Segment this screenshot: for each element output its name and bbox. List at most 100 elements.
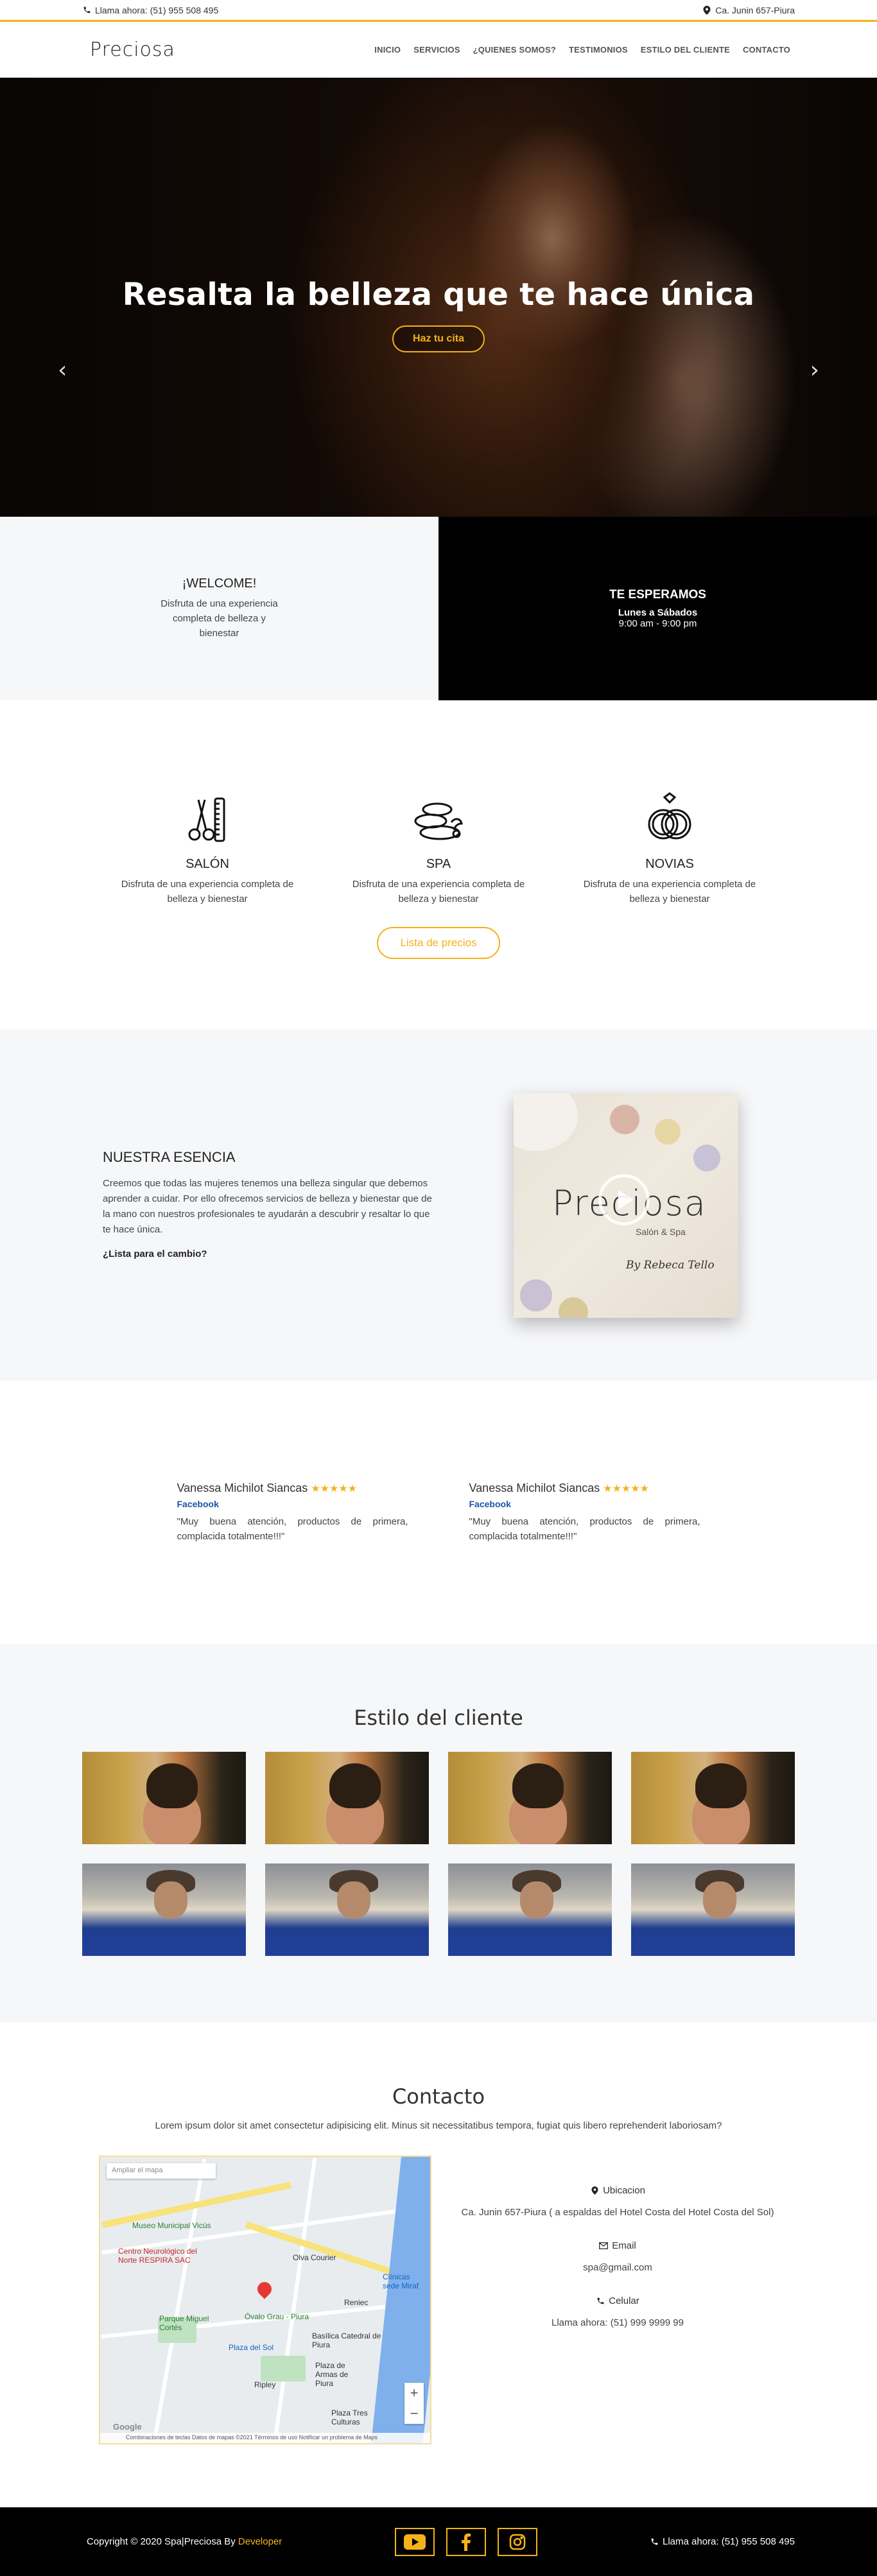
testimonial-card: Vanessa Michilot Siancas ★★★★★ Facebook … <box>469 1482 700 1544</box>
service-spa: SPA Disfruta de una experiencia completa… <box>339 790 538 906</box>
about-text-block: NUESTRA ESENCIA Creemos que todas las mu… <box>103 1149 437 1262</box>
decor-candle <box>559 1297 588 1318</box>
gallery-photo[interactable] <box>448 1863 612 1956</box>
map-label: Plaza Tres Culturas <box>331 2408 368 2426</box>
video-signature: By Rebeca Tello <box>626 1258 715 1272</box>
play-icon[interactable] <box>598 1173 650 1225</box>
location-pin-icon <box>590 2186 599 2195</box>
gallery-photo[interactable] <box>82 1752 246 1844</box>
nav-item-quienes-somos[interactable]: ¿QUIENES SOMOS? <box>473 45 556 55</box>
gallery-photo[interactable] <box>448 1752 612 1844</box>
schedule-hours: 9:00 am - 9:00 pm <box>618 618 697 629</box>
map-zoom-controls: + − <box>404 2383 424 2424</box>
zoom-in-button[interactable]: + <box>404 2383 424 2403</box>
schedule-panel: TE ESPERAMOS Lunes a Sábados 9:00 am - 9… <box>438 517 877 700</box>
phone-icon <box>596 2297 605 2306</box>
map-street <box>272 2157 317 2443</box>
book-appointment-button[interactable]: Haz tu cita <box>392 325 485 352</box>
client-gallery-section: Estilo del cliente <box>0 1644 877 2023</box>
decor-candle <box>693 1144 720 1171</box>
location-pin-icon <box>702 5 711 15</box>
service-salon-title: SALÓN <box>186 857 229 871</box>
contact-title: Contacto <box>392 2084 485 2109</box>
google-map[interactable]: Ampliar el mapa Museo Municipal Vicús Ce… <box>99 2156 431 2444</box>
topbar-phone[interactable]: Llama ahora: (51) 955 508 495 <box>82 5 218 15</box>
star-rating-icon: ★★★★★ <box>603 1483 649 1494</box>
map-label: Ripley <box>254 2380 276 2389</box>
map-label: Museo Municipal Vicús <box>132 2221 211 2230</box>
footer-copyright: Copyright © 2020 Spa|Preciosa By Develop… <box>87 2536 282 2547</box>
location-label: Ubicacion <box>603 2185 645 2196</box>
hero-title: Resalta la belleza que te hace única <box>122 277 755 313</box>
developer-link[interactable]: Developer <box>238 2536 282 2547</box>
nav-item-estilo-cliente[interactable]: ESTILO DEL CLIENTE <box>641 45 730 55</box>
nav-item-contacto[interactable]: CONTACTO <box>743 45 790 55</box>
gallery-photo[interactable] <box>265 1752 429 1844</box>
welcome-text: Disfruta de una experiencia completa de … <box>161 598 278 639</box>
hero-carousel: ‹ › Resalta la belleza que te hace única… <box>0 78 877 517</box>
nav-item-servicios[interactable]: SERVICIOS <box>413 45 460 55</box>
testimonial-author: Vanessa Michilot Siancas ★★★★★ <box>469 1482 700 1495</box>
carousel-prev-button[interactable]: ‹ <box>58 357 67 383</box>
facebook-icon <box>461 2533 471 2551</box>
zoom-out-button[interactable]: − <box>404 2403 424 2424</box>
welcome-title: ¡WELCOME! <box>182 576 257 591</box>
about-title: NUESTRA ESENCIA <box>103 1148 236 1165</box>
service-novias-text: Disfruta de una experiencia completa de … <box>583 879 756 904</box>
gallery-photo[interactable] <box>82 1863 246 1956</box>
envelope-icon <box>599 2242 609 2251</box>
gallery-grid <box>0 1752 877 1956</box>
map-label: Parque Miguel Cortés <box>159 2314 209 2332</box>
scissors-comb-icon <box>108 790 307 848</box>
footer-phone-text: Llama ahora: (51) 955 508 495 <box>663 2536 795 2547</box>
facebook-button[interactable] <box>446 2527 486 2556</box>
top-bar: Llama ahora: (51) 955 508 495 Ca. Junin … <box>0 0 877 22</box>
about-description: Creemos que todas las mujeres tenemos un… <box>103 1177 432 1235</box>
map-marker-icon[interactable] <box>254 2279 275 2299</box>
testimonial-text: "Muy buena atención, productos de primer… <box>469 1516 700 1542</box>
youtube-icon <box>403 2534 426 2550</box>
map-label: Olva Courier <box>293 2253 336 2262</box>
location-heading: Ubicacion <box>457 2185 778 2196</box>
gallery-photo[interactable] <box>631 1752 795 1844</box>
price-list-button[interactable]: Lista de precios <box>377 927 500 959</box>
testimonial-source-link[interactable]: Facebook <box>177 1499 408 1509</box>
youtube-button[interactable] <box>394 2527 435 2556</box>
email-value[interactable]: spa@gmail.com <box>457 2260 778 2275</box>
gallery-photo[interactable] <box>265 1863 429 1956</box>
nav-menu: INICIO SERVICIOS ¿QUIENES SOMOS? TESTIMO… <box>374 45 790 55</box>
contact-intro: Lorem ipsum dolor sit amet consectetur a… <box>155 2120 722 2131</box>
map-enlarge-link[interactable]: Ampliar el mapa <box>107 2163 216 2179</box>
welcome-panel: ¡WELCOME! Disfruta de una experiencia co… <box>0 517 438 700</box>
about-video-thumbnail[interactable]: Preciosa Salón & Spa By Rebeca Tello <box>514 1093 738 1318</box>
instagram-button[interactable] <box>497 2527 537 2556</box>
about-question: ¿Lista para el cambio? <box>103 1248 207 1259</box>
cell-value[interactable]: Llama ahora: (51) 999 9999 99 <box>457 2315 778 2330</box>
service-novias-title: NOVIAS <box>645 857 694 871</box>
gallery-photo[interactable] <box>631 1863 795 1956</box>
spa-stones-icon <box>339 790 538 848</box>
carousel-next-button[interactable]: › <box>810 357 819 383</box>
star-rating-icon: ★★★★★ <box>311 1483 357 1494</box>
testimonial-author-name: Vanessa Michilot Siancas <box>177 1481 308 1494</box>
nav-item-testimonios[interactable]: TESTIMONIOS <box>569 45 628 55</box>
nav-item-inicio[interactable]: INICIO <box>374 45 401 55</box>
testimonial-source-link[interactable]: Facebook <box>469 1499 700 1509</box>
topbar-address-text: Ca. Junin 657-Piura <box>715 4 795 15</box>
map-label: Plaza del Sol <box>229 2343 274 2352</box>
footer: Copyright © 2020 Spa|Preciosa By Develop… <box>0 2507 877 2576</box>
brand-logo[interactable]: Preciosa <box>90 39 175 61</box>
instagram-icon <box>509 2534 525 2550</box>
footer-phone[interactable]: Llama ahora: (51) 955 508 495 <box>650 2536 795 2547</box>
welcome-section: ¡WELCOME! Disfruta de una experiencia co… <box>0 517 877 700</box>
schedule-title: TE ESPERAMOS <box>609 588 706 601</box>
gallery-title: Estilo del cliente <box>354 1706 523 1730</box>
map-park <box>261 2356 306 2382</box>
services-section: SALÓN Disfruta de una experiencia comple… <box>0 700 877 1030</box>
map-label: Plaza de Armas de Piura <box>315 2361 349 2388</box>
testimonial-card: Vanessa Michilot Siancas ★★★★★ Facebook … <box>177 1482 408 1544</box>
map-label: Clínicas sede Miraf <box>383 2272 419 2290</box>
decor-candle <box>655 1118 681 1145</box>
social-links <box>394 2527 537 2556</box>
service-spa-text: Disfruta de una experiencia completa de … <box>352 879 525 904</box>
